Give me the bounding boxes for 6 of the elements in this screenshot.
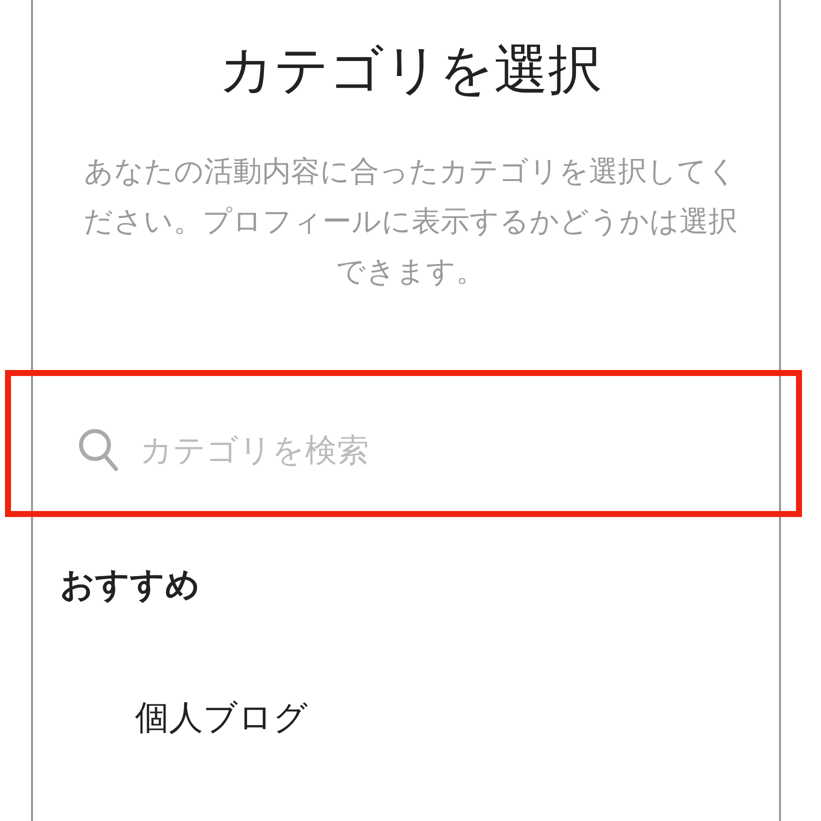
description-text: あなたの活動内容に合ったカテゴリを選択してください。プロフィールに表示するかどうかは選択できます。: [82, 153, 738, 290]
search-icon: [78, 428, 120, 472]
category-item[interactable]: 個人ブログ: [135, 693, 308, 743]
section-heading: おすすめ: [60, 564, 200, 607]
search-field[interactable]: カテゴリを検索: [140, 426, 700, 474]
page-title: カテゴリを選択: [219, 37, 602, 103]
